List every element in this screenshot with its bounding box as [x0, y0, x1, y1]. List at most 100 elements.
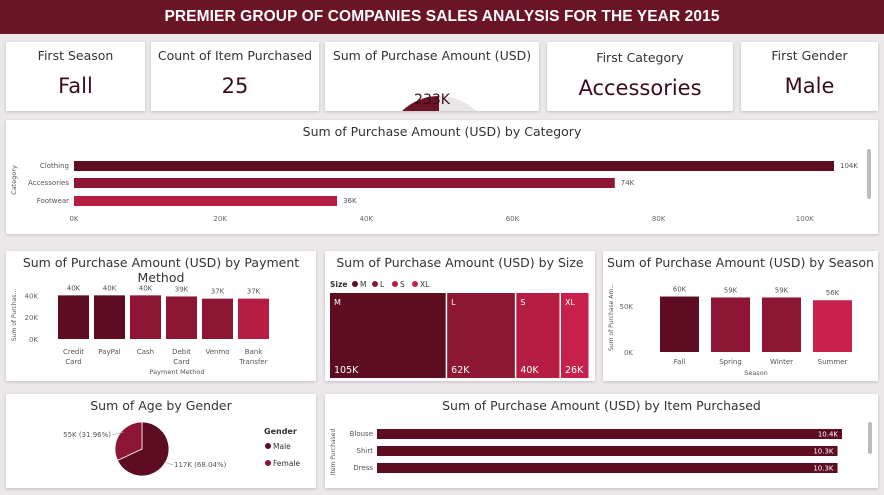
- x-tick-label: 60K: [506, 215, 520, 223]
- x-tick-label: 20K: [213, 215, 227, 223]
- bar[interactable]: [94, 295, 125, 339]
- x-tick-label: Venmo: [205, 348, 229, 356]
- x-axis-label: Season: [744, 369, 768, 377]
- dashboard-title: PREMIER GROUP OF COMPANIES SALES ANALYSI…: [0, 0, 884, 34]
- x-tick-label: 40K: [360, 215, 374, 223]
- x-tick-label: Spring: [719, 358, 742, 366]
- data-label: 36K: [343, 197, 357, 205]
- y-tick-label: 20K: [25, 314, 39, 322]
- x-tick-label: PayPal: [98, 348, 121, 356]
- category-chart: Category 0K 20K 40K 60K 80K 100K Clothing 104K Ac…: [10, 149, 871, 223]
- kpi-first-gender[interactable]: First Gender Male: [741, 42, 878, 111]
- y-tick-label: 0K: [29, 336, 38, 344]
- y-tick-label: 50K: [620, 303, 634, 311]
- bar[interactable]: [74, 161, 834, 171]
- data-label: 10.3K: [813, 465, 834, 473]
- y-axis-label: Sum of Purchas...: [11, 289, 18, 341]
- y-axis-label: Item Purchased: [330, 429, 337, 476]
- bar[interactable]: [377, 429, 842, 439]
- bar[interactable]: [711, 297, 750, 352]
- tile-label: S: [520, 298, 525, 307]
- x-tick-label: Credit: [63, 348, 84, 356]
- data-label: 55K (31.96%): [63, 431, 111, 439]
- y-tick-label: Clothing: [40, 162, 69, 170]
- kpi-value: Male: [784, 74, 835, 98]
- bar[interactable]: [166, 296, 197, 339]
- payment-chart-panel[interactable]: Sum of Purchase Amount (USD) by Payment …: [6, 251, 316, 381]
- gender-chart-panel[interactable]: Sum of Age by Gender 117K (68.04%) 55K (3…: [6, 394, 316, 488]
- bar[interactable]: [813, 300, 852, 352]
- bar[interactable]: [74, 178, 615, 188]
- x-tick-label: Debit: [172, 348, 191, 356]
- tile-label: XL: [565, 298, 575, 307]
- kpi-sum-purchase[interactable]: Sum of Purchase Amount (USD) 233K: [325, 42, 539, 111]
- bar[interactable]: [377, 463, 838, 473]
- legend-marker: [352, 281, 358, 287]
- bar[interactable]: [660, 296, 699, 352]
- category-chart-panel[interactable]: Sum of Purchase Amount (USD) by Category…: [6, 120, 878, 234]
- data-label: 60K: [673, 286, 687, 294]
- bar[interactable]: [74, 196, 338, 206]
- scrollbar[interactable]: [868, 422, 872, 454]
- data-label: 40K: [103, 284, 117, 292]
- kpi-count-items[interactable]: Count of Item Purchased 25: [151, 42, 319, 111]
- season-chart-panel[interactable]: Sum of Purchase Amount (USD) by Season S…: [603, 251, 878, 381]
- data-label: 74K: [621, 179, 635, 187]
- kpi-label: First Season: [37, 48, 114, 63]
- x-tick-label: Bank: [245, 348, 264, 356]
- data-label: 40K: [139, 284, 153, 292]
- tile-value: 62K: [451, 365, 470, 376]
- size-chart-panel[interactable]: Sum of Purchase Amount (USD) by Size Siz…: [325, 251, 595, 381]
- data-label: 59K: [724, 286, 738, 294]
- legend-label: XL: [420, 280, 430, 289]
- legend-label: Male: [273, 442, 291, 451]
- data-label: 117K (68.04%): [174, 461, 227, 469]
- x-tick-label: Winter: [770, 358, 793, 366]
- y-tick-label: Blouse: [350, 430, 373, 438]
- leader-line: [163, 461, 174, 466]
- items-chart: Item Purchased Blouse 10.4K Shirt 10.3K Dress…: [330, 422, 872, 476]
- data-label: 59K: [775, 286, 789, 294]
- y-tick-label: Shirt: [357, 447, 374, 455]
- data-label: 37K: [211, 288, 225, 296]
- bar[interactable]: [58, 295, 89, 339]
- legend-marker: [372, 281, 378, 287]
- items-chart-panel[interactable]: Sum of Purchase Amount (USD) by Item Pur…: [325, 394, 878, 488]
- legend-marker: [265, 460, 271, 466]
- tile-value: 26K: [565, 365, 584, 376]
- x-tick-label: 80K: [652, 215, 666, 223]
- data-label: 10.3K: [813, 448, 834, 456]
- scrollbar[interactable]: [867, 149, 871, 199]
- kpi-value: Fall: [58, 74, 93, 98]
- bar[interactable]: [202, 298, 233, 339]
- data-label: 39K: [175, 285, 189, 293]
- legend-label: Female: [273, 459, 301, 468]
- legend-marker: [412, 281, 418, 287]
- kpi-value: 25: [221, 74, 249, 98]
- x-tick-label: 100K: [796, 215, 814, 223]
- x-axis-label: Payment Method: [150, 368, 205, 376]
- legend-title: Size: [330, 280, 347, 289]
- legend-title: Gender: [264, 427, 297, 436]
- legend-label: S: [400, 280, 405, 289]
- bar[interactable]: [130, 295, 161, 339]
- y-tick-label: 40K: [25, 292, 39, 300]
- x-tick-label: Fall: [674, 358, 686, 366]
- x-tick-label: Transfer: [238, 358, 267, 366]
- kpi-first-category[interactable]: First Category Accessories: [547, 42, 733, 111]
- bar[interactable]: [377, 446, 838, 456]
- kpi-first-season[interactable]: First Season Fall: [6, 42, 145, 111]
- bar[interactable]: [238, 298, 269, 339]
- y-tick-label: Footwear: [37, 197, 69, 205]
- gauge-value: 233K: [414, 92, 450, 108]
- bar[interactable]: [762, 297, 801, 352]
- legend-marker: [265, 443, 271, 449]
- kpi-label: Count of Item Purchased: [157, 48, 313, 63]
- kpi-label: First Category: [596, 50, 684, 65]
- x-tick-label: Card: [65, 358, 81, 366]
- kpi-label: First Gender: [771, 48, 848, 63]
- size-chart: Size M L S XL M 105K L 62K S 40K XL 26K: [330, 280, 589, 378]
- tile-value: 40K: [520, 365, 539, 376]
- x-tick-label: Card: [173, 358, 189, 366]
- data-label: 10.4K: [818, 431, 839, 439]
